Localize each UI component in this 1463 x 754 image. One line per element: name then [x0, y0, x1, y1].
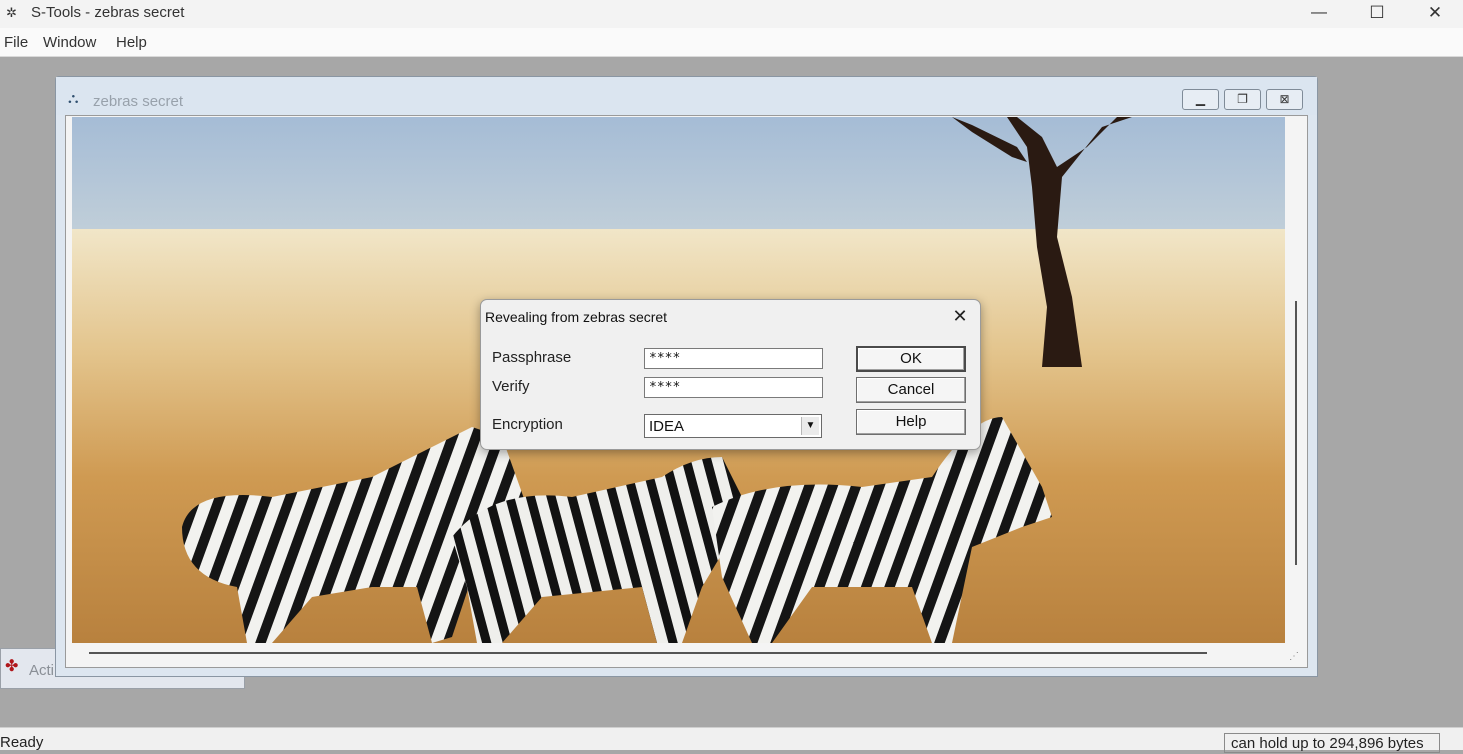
verify-label: Verify [492, 378, 530, 395]
minimize-button[interactable]: — [1290, 0, 1348, 28]
chevron-down-icon[interactable]: ▼ [801, 417, 819, 435]
action-window-icon: ✤ [5, 658, 19, 675]
child-window-title: zebras secret [93, 93, 184, 110]
passphrase-input[interactable]: **** [644, 348, 823, 369]
title-bar: ✲ S-Tools - zebras secret — ☐ ✕ [0, 0, 1463, 28]
child-close-button[interactable]: ⊠ [1266, 89, 1303, 110]
menu-window[interactable]: Window [43, 34, 96, 51]
verify-input[interactable]: **** [644, 377, 823, 398]
child-restore-button[interactable]: ❐ [1224, 89, 1261, 110]
ok-button[interactable]: OK [856, 346, 966, 372]
status-bar: Ready can hold up to 294,896 bytes [0, 727, 1463, 753]
encryption-label: Encryption [492, 416, 563, 433]
child-title-bar[interactable]: ⛬ zebras secret ▁ ❐ ⊠ [56, 77, 1317, 115]
maximize-button[interactable]: ☐ [1348, 0, 1406, 28]
status-text: Ready [0, 734, 44, 751]
dialog-close-icon[interactable]: ✕ [948, 304, 972, 328]
dialog-title: Revealing from zebras secret [485, 309, 668, 325]
minimized-window-label: Acti [29, 662, 55, 679]
passphrase-label: Passphrase [492, 349, 572, 366]
menu-help[interactable]: Help [116, 34, 147, 51]
encryption-value: IDEA [649, 418, 685, 435]
encryption-select[interactable]: IDEA ▼ [644, 414, 822, 438]
sky [72, 117, 1285, 235]
s-tools-app-icon: ✲ [6, 5, 17, 20]
window-title: S-Tools - zebras secret [31, 4, 185, 21]
resize-grip-icon[interactable]: ⋰ [1289, 651, 1301, 663]
close-button[interactable]: ✕ [1406, 0, 1463, 28]
menu-bar: File Window Help [0, 28, 1463, 57]
menu-file[interactable]: File [4, 34, 28, 51]
cancel-button[interactable]: Cancel [856, 377, 966, 403]
picture-icon: ⛬ [68, 90, 79, 107]
help-button[interactable]: Help [856, 409, 966, 435]
horizontal-scrollbar[interactable] [89, 652, 1207, 654]
reveal-dialog: Revealing from zebras secret ✕ Passphras… [480, 299, 981, 450]
child-minimize-button[interactable]: ▁ [1182, 89, 1219, 110]
capacity-panel: can hold up to 294,896 bytes [1224, 733, 1440, 753]
vertical-scrollbar[interactable] [1295, 301, 1297, 565]
